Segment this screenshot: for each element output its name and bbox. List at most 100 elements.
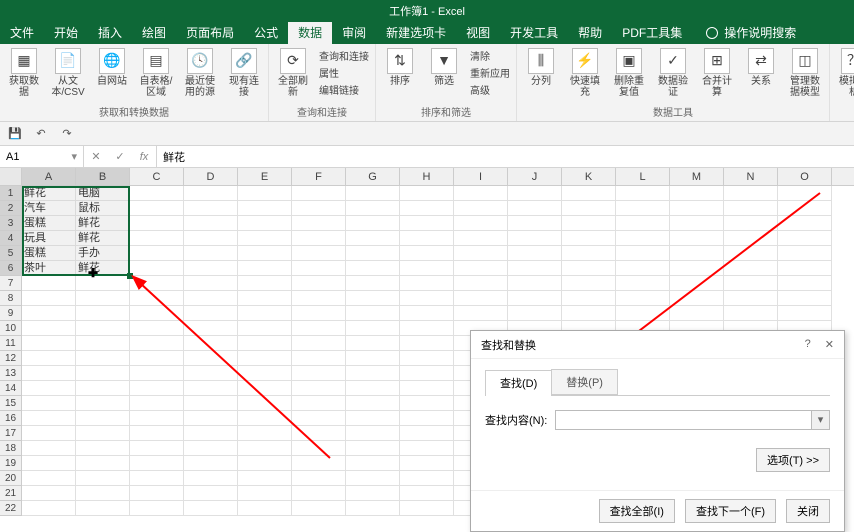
cell[interactable] — [184, 216, 238, 231]
formula-input[interactable]: 鲜花 — [157, 146, 854, 167]
cell[interactable] — [724, 261, 778, 276]
cell[interactable] — [184, 201, 238, 216]
cell[interactable] — [238, 306, 292, 321]
cell[interactable] — [454, 306, 508, 321]
cell[interactable] — [346, 486, 400, 501]
cell[interactable] — [76, 321, 130, 336]
col-I[interactable]: I — [454, 168, 508, 185]
row-header[interactable]: 4 — [0, 231, 22, 246]
cell[interactable] — [346, 471, 400, 486]
cell[interactable] — [562, 276, 616, 291]
cell[interactable] — [238, 321, 292, 336]
cell[interactable] — [184, 231, 238, 246]
cell[interactable] — [454, 216, 508, 231]
cell[interactable] — [670, 186, 724, 201]
cell[interactable] — [22, 411, 76, 426]
fill-handle[interactable] — [127, 273, 133, 279]
relationships-button[interactable]: ⇄关系 — [743, 48, 779, 87]
data-model-button[interactable]: ◫管理数据模型 — [787, 48, 823, 98]
cell[interactable] — [130, 441, 184, 456]
advanced-filter[interactable]: 高级 — [470, 82, 510, 97]
cell[interactable] — [238, 216, 292, 231]
row-header[interactable]: 5 — [0, 246, 22, 261]
find-input[interactable] — [556, 411, 811, 429]
cell[interactable] — [292, 486, 346, 501]
cell[interactable] — [22, 456, 76, 471]
cell[interactable] — [184, 501, 238, 516]
cell[interactable] — [130, 261, 184, 276]
cell[interactable] — [22, 306, 76, 321]
cell[interactable] — [508, 201, 562, 216]
cell[interactable]: 鲜花 — [76, 231, 130, 246]
cell[interactable] — [562, 231, 616, 246]
cell[interactable] — [400, 411, 454, 426]
cell[interactable] — [184, 351, 238, 366]
cell[interactable] — [400, 396, 454, 411]
cell[interactable] — [400, 456, 454, 471]
cell[interactable] — [346, 186, 400, 201]
cell[interactable] — [22, 366, 76, 381]
cell[interactable] — [184, 366, 238, 381]
cell[interactable] — [508, 291, 562, 306]
cell[interactable] — [76, 366, 130, 381]
cell[interactable] — [184, 411, 238, 426]
col-O[interactable]: O — [778, 168, 832, 185]
row-header[interactable]: 13 — [0, 366, 22, 381]
cell[interactable] — [22, 336, 76, 351]
cell[interactable] — [76, 276, 130, 291]
cell[interactable] — [346, 216, 400, 231]
cell[interactable] — [400, 486, 454, 501]
row-header[interactable]: 14 — [0, 381, 22, 396]
data-validation-button[interactable]: ✓数据验证 — [655, 48, 691, 98]
cell[interactable] — [670, 261, 724, 276]
tab-home[interactable]: 开始 — [44, 21, 88, 44]
cell[interactable] — [454, 276, 508, 291]
refresh-all-button[interactable]: ⟳全部刷新 — [275, 48, 311, 98]
cell[interactable] — [238, 501, 292, 516]
cell[interactable] — [76, 441, 130, 456]
cell[interactable] — [130, 381, 184, 396]
cell[interactable] — [670, 201, 724, 216]
cell[interactable] — [76, 411, 130, 426]
cell[interactable]: 鼠标 — [76, 201, 130, 216]
find-next-button[interactable]: 查找下一个(F) — [685, 499, 776, 523]
cell[interactable] — [292, 291, 346, 306]
tab-view[interactable]: 视图 — [456, 21, 500, 44]
cell[interactable] — [400, 306, 454, 321]
cell[interactable] — [184, 471, 238, 486]
cell[interactable] — [22, 471, 76, 486]
cell[interactable] — [130, 231, 184, 246]
enter-icon[interactable]: ✓ — [108, 150, 132, 163]
row-header[interactable]: 6 — [0, 261, 22, 276]
tab-newtab[interactable]: 新建选项卡 — [376, 21, 456, 44]
cell[interactable]: 蛋糕 — [22, 216, 76, 231]
cell[interactable] — [292, 456, 346, 471]
cell[interactable] — [76, 456, 130, 471]
cell[interactable] — [184, 306, 238, 321]
cell[interactable] — [346, 426, 400, 441]
cell[interactable] — [616, 246, 670, 261]
cell[interactable] — [346, 291, 400, 306]
cell[interactable] — [238, 441, 292, 456]
consolidate-button[interactable]: ⊞合并计算 — [699, 48, 735, 98]
cell[interactable] — [292, 336, 346, 351]
cell[interactable] — [670, 291, 724, 306]
text-columns-button[interactable]: ⫼分列 — [523, 48, 559, 87]
cell[interactable] — [400, 321, 454, 336]
clear-filter[interactable]: 清除 — [470, 48, 510, 63]
cell[interactable] — [238, 231, 292, 246]
cell[interactable]: 鲜花 — [22, 186, 76, 201]
cell[interactable]: 茶叶 — [22, 261, 76, 276]
cell[interactable] — [346, 381, 400, 396]
cell[interactable] — [508, 306, 562, 321]
help-icon[interactable]: ? — [805, 338, 811, 351]
cell[interactable]: 电脑 — [76, 186, 130, 201]
cell[interactable] — [670, 216, 724, 231]
row-header[interactable]: 16 — [0, 411, 22, 426]
cell[interactable] — [130, 216, 184, 231]
cell[interactable] — [454, 291, 508, 306]
cell[interactable] — [238, 396, 292, 411]
row-header[interactable]: 11 — [0, 336, 22, 351]
cell[interactable] — [346, 441, 400, 456]
cell[interactable] — [724, 216, 778, 231]
